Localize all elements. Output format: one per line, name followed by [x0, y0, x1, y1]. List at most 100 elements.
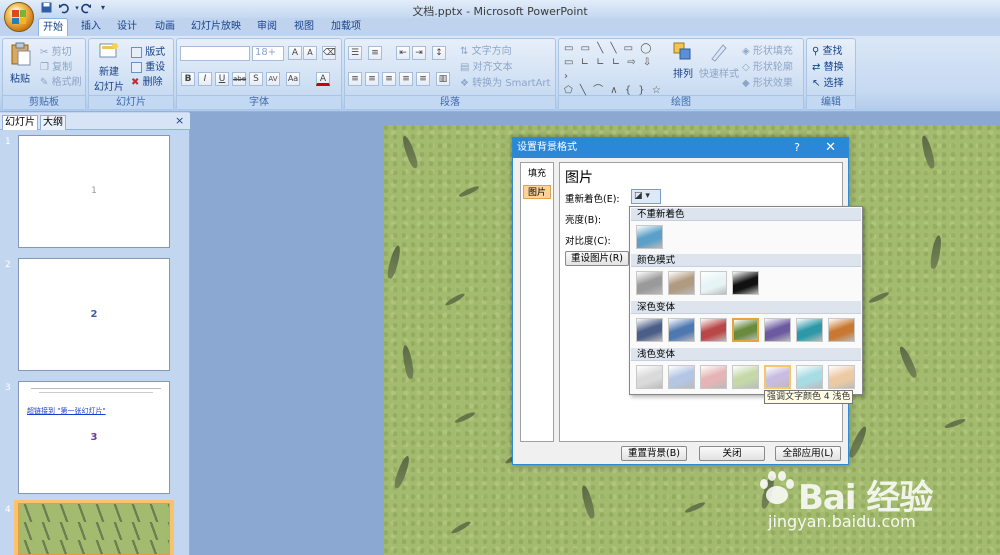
light-variation-swatch[interactable]	[668, 365, 695, 389]
light-variation-swatch[interactable]	[700, 365, 727, 389]
light-variation-swatch[interactable]	[764, 365, 791, 389]
dark-variation-swatch[interactable]	[764, 318, 791, 342]
paste-label: 粘贴	[10, 74, 30, 85]
shape-fill-button[interactable]: ◈ 形状填充	[742, 42, 793, 57]
tab-insert[interactable]: 插入	[78, 18, 104, 37]
select-button[interactable]: ↖ 选择	[812, 74, 844, 89]
numbering-icon[interactable]: ≡	[368, 46, 382, 60]
text-direction-button[interactable]: ⇅ 文字方向	[460, 42, 512, 57]
bullets-icon[interactable]: ☰	[348, 46, 362, 60]
reset-button[interactable]: 重设	[131, 58, 165, 73]
slide-thumbnail-4[interactable]	[18, 503, 170, 555]
color-mode-swatch[interactable]	[732, 271, 759, 295]
underline-button[interactable]: U	[215, 72, 229, 86]
arrange-button[interactable]: 排列	[670, 42, 696, 80]
align-center-icon[interactable]: ≡	[365, 72, 379, 86]
light-variation-swatch[interactable]	[732, 365, 759, 389]
align-left-icon[interactable]: ≡	[348, 72, 362, 86]
dark-variation-swatch[interactable]	[796, 318, 823, 342]
save-icon[interactable]	[40, 2, 52, 14]
tab-slides-pane[interactable]: 幻灯片	[2, 115, 38, 130]
slide-thumbnail-1[interactable]: 1	[18, 135, 170, 248]
delete-slide-button[interactable]: ✖ 删除	[131, 73, 163, 88]
undo-icon[interactable]	[58, 2, 70, 14]
reset-background-button[interactable]: 重置背景(B)	[621, 446, 687, 461]
tab-animations[interactable]: 动画	[152, 18, 178, 37]
color-mode-swatch[interactable]	[700, 271, 727, 295]
copy-button[interactable]: ❐ 复制	[40, 58, 72, 73]
tab-slideshow[interactable]: 幻灯片放映	[190, 18, 242, 37]
reset-picture-button[interactable]: 重设图片(R)	[565, 251, 629, 266]
cursor-icon: ↖	[812, 78, 821, 89]
tab-home[interactable]: 开始	[38, 18, 68, 37]
font-color-button[interactable]: A	[316, 72, 330, 86]
font-name-combo[interactable]	[180, 46, 250, 61]
new-slide-button[interactable]: 新建 幻灯片	[94, 42, 124, 93]
light-variation-swatch[interactable]	[828, 365, 855, 389]
decrease-indent-icon[interactable]: ⇤	[396, 46, 410, 60]
quick-styles-button[interactable]: 快速样式	[698, 42, 740, 80]
recolor-label: 重新着色(E):	[565, 194, 620, 205]
shadow-button[interactable]: S	[249, 72, 263, 86]
customize-qat-icon[interactable]: ▾	[97, 2, 109, 14]
shapes-gallery[interactable]: ▭ ▭ ╲ ╲ ▭ ◯ ▭ ∟ ∟ ∟ ⇨ ⇩ › ⬠ ╲ ⌒ ∧ { } ☆	[564, 42, 664, 96]
slide-thumbnail-3[interactable]: 超链接到 "第一张幻灯片" 3	[18, 381, 170, 494]
find-button[interactable]: ⚲ 查找	[812, 42, 843, 57]
clear-format-icon[interactable]: ⌫	[322, 46, 336, 60]
paste-button[interactable]: 粘贴	[10, 42, 32, 85]
color-mode-swatch[interactable]	[668, 271, 695, 295]
justify-icon[interactable]: ≡	[399, 72, 413, 86]
slide-3-text-line	[31, 388, 161, 389]
binoculars-icon: ⚲	[812, 46, 820, 57]
slide-thumbnail-2[interactable]: 2	[18, 258, 170, 371]
delete-icon: ✖	[131, 77, 140, 88]
smartart-button[interactable]: ❖ 转换为 SmartArt	[460, 74, 550, 89]
recolor-dropdown[interactable]: ◪ ▾	[631, 189, 661, 204]
redo-icon[interactable]	[80, 2, 92, 14]
replace-button[interactable]: ⇄ 替换	[812, 58, 844, 73]
fish-icon	[929, 234, 943, 270]
font-size-combo[interactable]: 18+	[252, 46, 284, 61]
color-mode-swatch[interactable]	[636, 271, 663, 295]
nav-picture[interactable]: 图片	[523, 185, 551, 199]
quick-styles-icon	[711, 44, 727, 62]
columns-icon[interactable]: ▥	[436, 72, 450, 86]
bold-button[interactable]: B	[181, 72, 195, 86]
office-button[interactable]	[4, 2, 34, 32]
help-icon[interactable]: ?	[794, 138, 800, 158]
align-right-icon[interactable]: ≡	[382, 72, 396, 86]
paste-icon	[11, 42, 31, 66]
increase-indent-icon[interactable]: ⇥	[412, 46, 426, 60]
no-recolor-swatch[interactable]	[636, 225, 663, 249]
tab-outline-pane[interactable]: 大纲	[40, 115, 66, 130]
dark-variation-swatch[interactable]	[828, 318, 855, 342]
tab-design[interactable]: 设计	[114, 18, 140, 37]
format-painter-button[interactable]: ✎ 格式刷	[40, 73, 82, 88]
italic-button[interactable]: I	[198, 72, 212, 86]
align-text-button[interactable]: ▤ 对齐文本	[460, 58, 513, 73]
shrink-font-button[interactable]: A	[303, 46, 317, 60]
dark-variation-swatch[interactable]	[668, 318, 695, 342]
distribute-icon[interactable]: ≡	[416, 72, 430, 86]
shape-effects-button[interactable]: ◆ 形状效果	[742, 74, 793, 89]
char-spacing-button[interactable]: AV	[266, 72, 280, 86]
change-case-button[interactable]: Aa	[286, 72, 300, 86]
nav-fill[interactable]: 填充	[523, 167, 551, 181]
tab-addins[interactable]: 加载项	[328, 18, 364, 37]
tab-view[interactable]: 视图	[291, 18, 317, 37]
tab-review[interactable]: 审阅	[254, 18, 280, 37]
dark-variation-swatch[interactable]	[732, 318, 759, 342]
dark-variation-swatch[interactable]	[700, 318, 727, 342]
cut-button[interactable]: ✂ 剪切	[40, 43, 72, 58]
effects-icon: ◆	[742, 78, 750, 89]
light-variation-swatch[interactable]	[796, 365, 823, 389]
grow-font-button[interactable]: A	[288, 46, 302, 60]
strikethrough-button[interactable]: abe	[232, 72, 246, 86]
close-pane-icon[interactable]: ×	[175, 114, 184, 127]
shape-outline-button[interactable]: ◇ 形状轮廓	[742, 58, 793, 73]
dark-variation-swatch[interactable]	[636, 318, 663, 342]
line-spacing-icon[interactable]: ↕	[432, 46, 446, 60]
layout-button[interactable]: 版式	[131, 43, 165, 58]
close-icon[interactable]: ✕	[825, 138, 836, 158]
light-variation-swatch[interactable]	[636, 365, 663, 389]
